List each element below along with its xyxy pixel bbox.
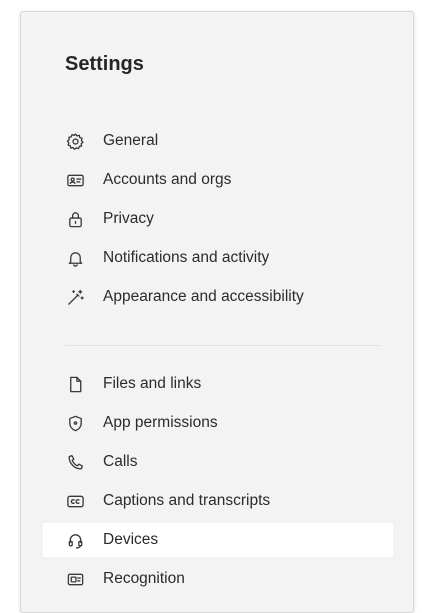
settings-item-files-and-links[interactable]: Files and links (43, 367, 393, 401)
closed-captions-icon (65, 491, 85, 511)
document-icon (65, 374, 85, 394)
settings-item-notifications-and-activity[interactable]: Notifications and activity (43, 241, 393, 275)
recognition-icon (65, 569, 85, 589)
settings-item-appearance-and-accessibility[interactable]: Appearance and accessibility (43, 280, 393, 314)
settings-item-recognition[interactable]: Recognition (43, 562, 393, 596)
settings-item-captions-and-transcripts[interactable]: Captions and transcripts (43, 484, 393, 518)
settings-item-accounts-and-orgs[interactable]: Accounts and orgs (43, 163, 393, 197)
settings-item-label: Captions and transcripts (103, 492, 271, 509)
settings-item-label: App permissions (103, 414, 218, 431)
lock-icon (65, 209, 85, 229)
settings-item-general[interactable]: General (43, 124, 393, 158)
settings-item-app-permissions[interactable]: App permissions (43, 406, 393, 440)
settings-panel: Settings General Accounts and orgs Priva… (20, 11, 414, 613)
settings-item-label: Privacy (103, 210, 154, 227)
settings-item-calls[interactable]: Calls (43, 445, 393, 479)
settings-item-label: General (103, 132, 159, 149)
settings-nav: General Accounts and orgs Privacy Notifi… (21, 12, 413, 612)
settings-item-label: Calls (103, 453, 138, 470)
settings-item-privacy[interactable]: Privacy (43, 202, 393, 236)
settings-item-label: Recognition (103, 570, 185, 587)
shield-icon (65, 413, 85, 433)
settings-item-label: Notifications and activity (103, 249, 270, 266)
id-card-icon (65, 170, 85, 190)
gear-icon (65, 131, 85, 151)
settings-item-label: Devices (103, 531, 159, 548)
settings-item-devices[interactable]: Devices (43, 523, 393, 557)
settings-item-label: Files and links (103, 375, 202, 392)
settings-item-label: Accounts and orgs (103, 171, 232, 188)
phone-icon (65, 452, 85, 472)
settings-item-label: Appearance and accessibility (103, 288, 304, 305)
magic-wand-icon (65, 287, 85, 307)
bell-icon (65, 248, 85, 268)
headset-icon (65, 530, 85, 550)
section-divider (65, 345, 381, 346)
